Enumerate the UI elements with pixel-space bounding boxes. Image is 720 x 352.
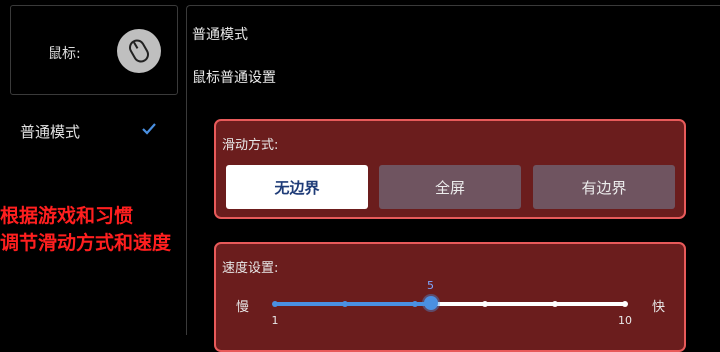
speed-value: 5 bbox=[427, 279, 435, 292]
mouse-icon bbox=[117, 29, 161, 73]
speed-slider-tick bbox=[412, 301, 418, 307]
scroll-mode-fullscreen-button[interactable]: 全屏 bbox=[379, 165, 521, 209]
speed-max-label: 10 bbox=[618, 314, 632, 327]
check-icon bbox=[141, 121, 157, 140]
speed-slider-tick bbox=[552, 301, 558, 307]
speed-slider-track[interactable] bbox=[275, 302, 625, 306]
speed-fast-label: 快 bbox=[652, 300, 666, 315]
speed-min-label: 1 bbox=[271, 314, 279, 327]
scroll-mode-section: 滑动方式: 无边界 全屏 有边界 bbox=[214, 119, 686, 219]
panel-subtitle: 鼠标普通设置 bbox=[192, 70, 276, 86]
mode-label: 普通模式 bbox=[20, 123, 81, 141]
speed-label: 速度设置: bbox=[222, 261, 279, 276]
speed-slider-thumb[interactable] bbox=[423, 296, 438, 310]
mouse-card[interactable]: 鼠标: bbox=[10, 5, 178, 95]
speed-slow-label: 慢 bbox=[236, 300, 250, 315]
speed-slider-tick bbox=[622, 301, 628, 307]
speed-slider-fill bbox=[275, 302, 431, 306]
scroll-mode-bordered-button[interactable]: 有边界 bbox=[533, 165, 675, 209]
scroll-mode-label: 滑动方式: bbox=[222, 138, 279, 153]
speed-slider-tick bbox=[342, 301, 348, 307]
mouse-label: 鼠标: bbox=[48, 46, 81, 62]
speed-slider-tick bbox=[272, 301, 278, 307]
scroll-mode-borderless-button[interactable]: 无边界 bbox=[226, 165, 368, 209]
panel-title: 普通模式 bbox=[192, 27, 248, 43]
sidebar-item-normal-mode[interactable]: 普通模式 bbox=[20, 119, 165, 143]
speed-slider-tick bbox=[482, 301, 488, 307]
annotation-text: 根据游戏和习惯 调节滑动方式和速度 bbox=[0, 205, 172, 254]
speed-section: 速度设置: 慢 快 5 1 10 bbox=[214, 242, 686, 352]
